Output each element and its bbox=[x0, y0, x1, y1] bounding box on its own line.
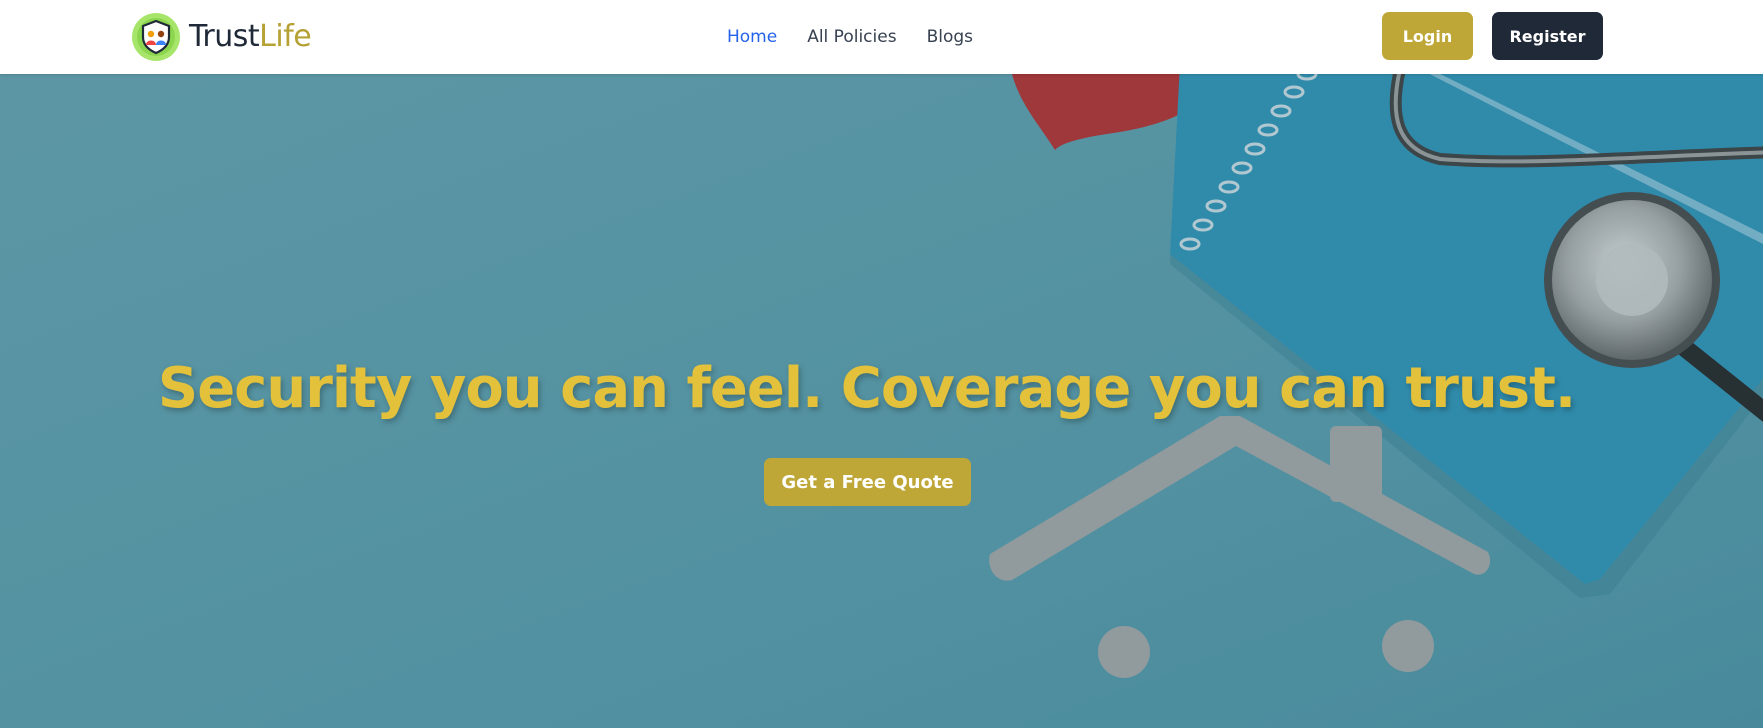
navbar: TrustLife Home All Policies Blogs Login … bbox=[0, 0, 1763, 74]
register-button[interactable]: Register bbox=[1492, 12, 1603, 60]
login-button[interactable]: Login bbox=[1382, 12, 1473, 60]
brand-name-life: Life bbox=[259, 19, 312, 54]
nav-link-home[interactable]: Home bbox=[727, 27, 777, 47]
brand-logo-link[interactable]: TrustLife bbox=[131, 12, 312, 62]
nav-link-all-policies[interactable]: All Policies bbox=[807, 27, 896, 47]
get-free-quote-button[interactable]: Get a Free Quote bbox=[764, 458, 971, 506]
hero-section: Security you can feel. Coverage you can … bbox=[0, 74, 1763, 728]
shield-family-icon bbox=[132, 13, 180, 61]
brand-name: TrustLife bbox=[189, 19, 312, 54]
brand-name-trust: Trust bbox=[189, 19, 260, 54]
main-nav: Home All Policies Blogs bbox=[727, 0, 973, 74]
nav-link-blogs[interactable]: Blogs bbox=[927, 27, 973, 47]
hero-headline: Security you can feel. Coverage you can … bbox=[157, 356, 1576, 421]
